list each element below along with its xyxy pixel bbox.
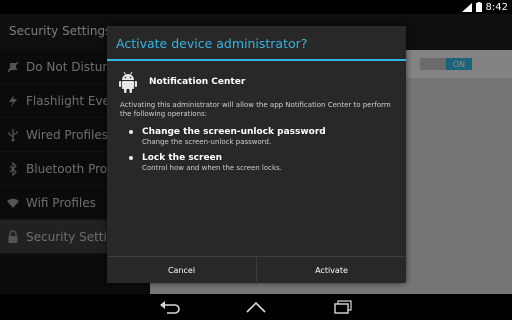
back-icon (160, 301, 180, 314)
app-info-row: Notification Center (119, 70, 245, 94)
app-name: Notification Center (149, 77, 246, 87)
cancel-button[interactable]: Cancel (107, 257, 256, 284)
status-time: 8:42 (485, 1, 508, 13)
back-button[interactable] (158, 298, 182, 316)
signal-icon (461, 2, 472, 12)
permission-title: Lock the screen (142, 153, 223, 163)
permission-description: Change the screen-unlock password. (142, 138, 272, 146)
recents-icon (334, 300, 352, 314)
device-admin-dialog: Activate device administrator? Notificat… (107, 26, 406, 284)
status-icons: 8:42 (461, 0, 508, 14)
dialog-button-bar: Cancel Activate (107, 256, 406, 284)
home-icon (246, 301, 266, 313)
android-icon (119, 71, 137, 93)
activate-button[interactable]: Activate (257, 257, 406, 284)
recents-button[interactable] (331, 298, 355, 316)
dialog-title-divider (107, 59, 406, 61)
permission-title: Change the screen-unlock password (142, 127, 326, 137)
battery-icon (475, 2, 482, 12)
dialog-title: Activate device administrator? (116, 36, 308, 51)
permission-description: Control how and when the screen locks. (142, 164, 282, 172)
home-button[interactable] (244, 298, 268, 316)
bullet-icon (129, 156, 133, 160)
status-bar: 8:42 (0, 0, 512, 14)
bullet-icon (129, 130, 133, 134)
navigation-bar (0, 294, 512, 320)
dialog-description: Activating this administrator will allow… (120, 101, 391, 118)
